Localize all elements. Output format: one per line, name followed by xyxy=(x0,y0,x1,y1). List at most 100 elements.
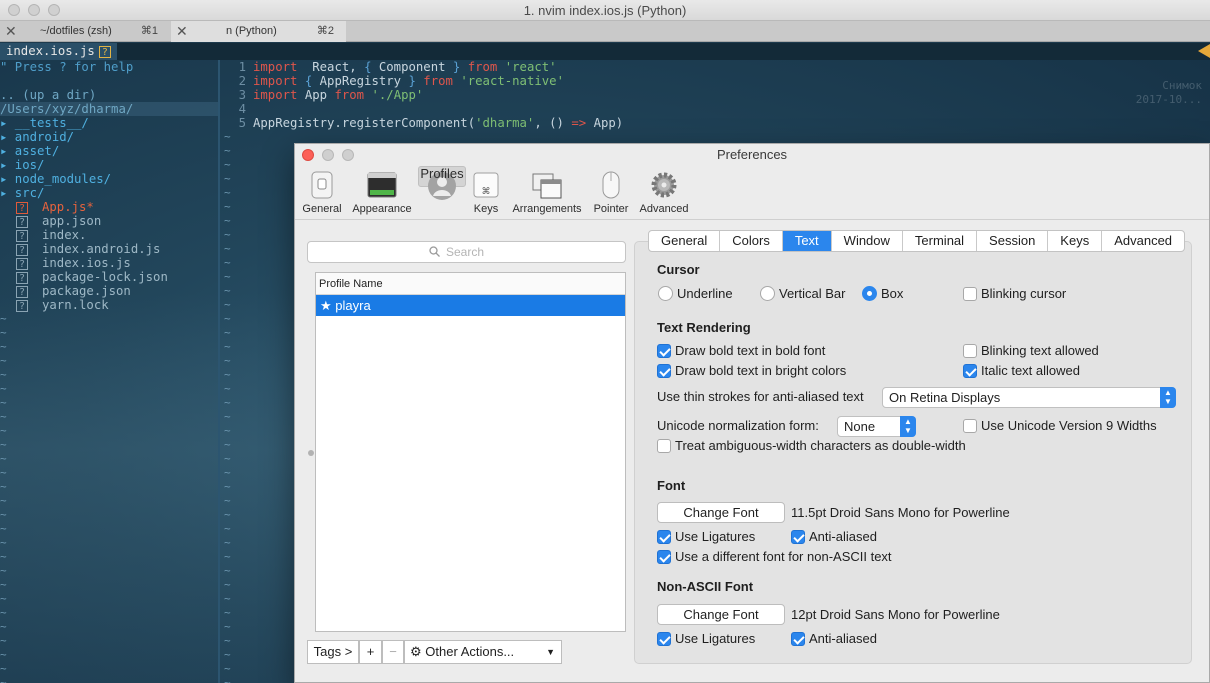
unicode9-checkbox[interactable] xyxy=(963,419,977,433)
tab-bar: ✕ ~/dotfiles (zsh) ⌘1 ✕ n (Python) ⌘2 xyxy=(0,21,1210,42)
tree-file[interactable]: ? package-lock.json xyxy=(16,270,168,284)
cursor-box-label[interactable]: Box xyxy=(881,286,903,301)
tree-file[interactable]: ? app.json xyxy=(16,214,101,228)
code-line[interactable]: import { AppRegistry } from 'react-nativ… xyxy=(253,74,564,88)
tab-window[interactable]: Window xyxy=(832,231,903,251)
tree-file[interactable]: ? yarn.lock xyxy=(16,298,109,312)
blinking-text-label[interactable]: Blinking text allowed xyxy=(981,343,1099,358)
zoom-window-button[interactable] xyxy=(48,4,60,16)
tab-session[interactable]: Session xyxy=(977,231,1049,251)
non-ascii-ligatures-label[interactable]: Use Ligatures xyxy=(675,631,755,646)
code-line[interactable]: AppRegistry.registerComponent('dharma', … xyxy=(253,116,623,130)
close-tab-icon[interactable]: ✕ xyxy=(5,21,17,42)
tab-general[interactable]: General xyxy=(649,231,721,251)
italic-text-label[interactable]: Italic text allowed xyxy=(981,363,1080,378)
font-antialiased-checkbox[interactable] xyxy=(791,530,805,544)
change-font-button[interactable]: Change Font xyxy=(657,502,785,523)
tree-item[interactable]: .. (up a dir) xyxy=(0,88,96,102)
close-window-button[interactable] xyxy=(8,4,20,16)
change-non-ascii-font-button[interactable]: Change Font xyxy=(657,604,785,625)
other-actions-menu[interactable]: ⚙ Other Actions... ▼ xyxy=(404,640,562,664)
thin-strokes-select[interactable]: On Retina Displays ▲ ▼ xyxy=(882,387,1176,408)
tree-item[interactable]: ▸ ios/ xyxy=(0,158,44,172)
tab-python[interactable]: ✕ n (Python) ⌘2 xyxy=(171,21,346,42)
tags-button[interactable]: Tags > xyxy=(307,640,359,664)
toolbar-general[interactable]: General xyxy=(298,166,346,218)
window-title: 1. nvim index.ios.js (Python) xyxy=(523,3,687,18)
font-antialiased-label[interactable]: Anti-aliased xyxy=(809,529,877,544)
remove-profile-button[interactable]: − xyxy=(382,640,404,664)
code-line[interactable]: import React, { Component } from 'react' xyxy=(253,60,557,74)
toolbar-label: Profiles xyxy=(420,166,464,181)
tab-dotfiles[interactable]: ✕ ~/dotfiles (zsh) ⌘1 xyxy=(0,21,170,42)
tilde-marker: ~ xyxy=(0,536,7,549)
font-ligatures-label[interactable]: Use Ligatures xyxy=(675,529,755,544)
toolbar-profiles[interactable]: Profiles xyxy=(418,166,466,200)
code-line[interactable]: import App from './App' xyxy=(253,88,423,102)
minimize-window-button[interactable] xyxy=(322,149,334,161)
blinking-text-checkbox[interactable] xyxy=(963,344,977,358)
tilde-marker: ~ xyxy=(0,438,7,451)
cursor-vertical-bar-radio[interactable] xyxy=(760,286,775,301)
ambiguous-width-label[interactable]: Treat ambiguous-width characters as doub… xyxy=(675,438,966,453)
tilde-marker: ~ xyxy=(224,494,231,507)
zoom-window-button[interactable] xyxy=(342,149,354,161)
non-ascii-antialiased-label[interactable]: Anti-aliased xyxy=(809,631,877,646)
cursor-underline-radio[interactable] xyxy=(658,286,673,301)
buffer-name[interactable]: index.ios.js? xyxy=(0,43,117,60)
font-ligatures-checkbox[interactable] xyxy=(657,530,671,544)
non-ascii-ligatures-checkbox[interactable] xyxy=(657,632,671,646)
tree-file[interactable]: ? index. xyxy=(16,228,86,242)
bold-font-label[interactable]: Draw bold text in bold font xyxy=(675,343,825,358)
toolbar-keys[interactable]: ⌘ Keys xyxy=(468,166,504,218)
bright-colors-label[interactable]: Draw bold text in bright colors xyxy=(675,363,846,378)
toolbar-advanced[interactable]: Advanced xyxy=(635,166,693,218)
tree-file[interactable]: ? index.ios.js xyxy=(16,256,131,270)
tab-advanced[interactable]: Advanced xyxy=(1102,231,1184,251)
close-tab-icon[interactable]: ✕ xyxy=(176,21,188,42)
non-ascii-font-checkbox[interactable] xyxy=(657,550,671,564)
tree-item[interactable]: ▸ asset/ xyxy=(0,144,59,158)
bold-font-checkbox[interactable] xyxy=(657,344,671,358)
tilde-marker: ~ xyxy=(224,662,231,675)
bright-colors-checkbox[interactable] xyxy=(657,364,671,378)
tilde-marker: ~ xyxy=(224,550,231,563)
italic-text-checkbox[interactable] xyxy=(963,364,977,378)
toolbar-appearance[interactable]: Appearance xyxy=(348,166,416,218)
unicode9-label[interactable]: Use Unicode Version 9 Widths xyxy=(981,418,1157,433)
tab-terminal[interactable]: Terminal xyxy=(903,231,978,251)
profile-list[interactable]: Profile Name ★ playra xyxy=(315,272,626,632)
tree-file[interactable]: ? App.js* xyxy=(16,200,94,214)
profile-name-column-header[interactable]: Profile Name xyxy=(316,273,625,295)
ambiguous-width-checkbox[interactable] xyxy=(657,439,671,453)
vertical-split[interactable] xyxy=(218,60,220,683)
tree-item[interactable]: ▸ node_modules/ xyxy=(0,172,111,186)
blinking-cursor-checkbox[interactable] xyxy=(963,287,977,301)
non-ascii-antialiased-checkbox[interactable] xyxy=(791,632,805,646)
tab-colors[interactable]: Colors xyxy=(720,231,783,251)
cursor-box-radio[interactable] xyxy=(862,286,877,301)
split-handle[interactable] xyxy=(308,450,314,456)
tree-item[interactable]: ▸ __tests__/ xyxy=(0,116,89,130)
profile-row-playra[interactable]: ★ playra xyxy=(316,295,625,316)
tree-item[interactable]: ▸ android/ xyxy=(0,130,74,144)
unicode-normalization-select[interactable]: None ▲ ▼ xyxy=(837,416,916,437)
toolbar-pointer[interactable]: Pointer xyxy=(590,166,632,218)
blinking-cursor-label[interactable]: Blinking cursor xyxy=(981,286,1066,301)
tab-keys[interactable]: Keys xyxy=(1048,231,1103,251)
toolbar-arrangements[interactable]: Arrangements xyxy=(507,166,587,218)
tilde-marker: ~ xyxy=(0,550,7,563)
tree-item[interactable]: /Users/xyz/dharma/ xyxy=(0,102,218,116)
cursor-underline-label[interactable]: Underline xyxy=(677,286,733,301)
tree-item[interactable]: ▸ src/ xyxy=(0,186,44,200)
close-window-button[interactable] xyxy=(302,149,314,161)
non-ascii-font-label[interactable]: Use a different font for non-ASCII text xyxy=(675,549,892,564)
tilde-marker: ~ xyxy=(224,242,231,255)
tree-file[interactable]: ? package.json xyxy=(16,284,131,298)
cursor-vertical-bar-label[interactable]: Vertical Bar xyxy=(779,286,845,301)
tab-text[interactable]: Text xyxy=(782,231,832,251)
profile-search-input[interactable]: Search xyxy=(307,241,626,263)
add-profile-button[interactable]: + xyxy=(359,640,382,664)
minimize-window-button[interactable] xyxy=(28,4,40,16)
tree-file[interactable]: ? index.android.js xyxy=(16,242,160,256)
